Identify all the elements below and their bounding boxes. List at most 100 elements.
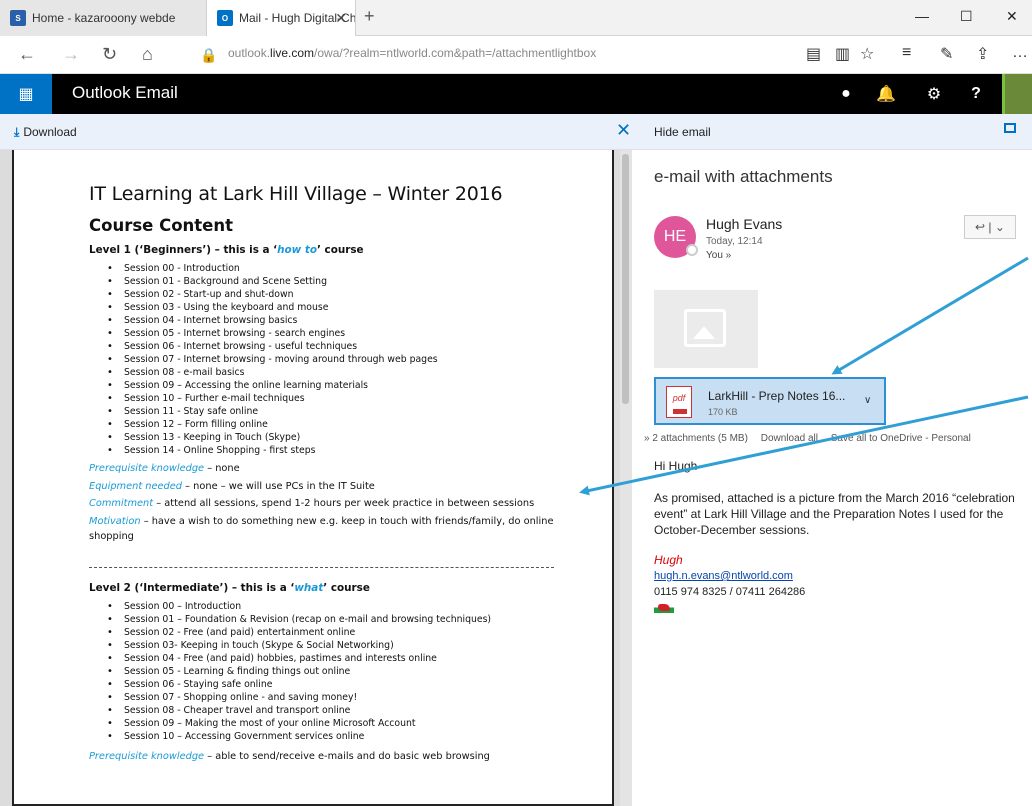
- bell-icon[interactable]: 🔔: [866, 74, 906, 114]
- reader-icon[interactable]: ▥: [835, 44, 850, 64]
- chat-icon[interactable]: ●: [826, 74, 866, 114]
- requirement-line: Prerequisite knowledge – none: [89, 463, 240, 474]
- image-placeholder-icon: [684, 309, 726, 347]
- session-item: Session 05 - Internet browsing - search …: [107, 327, 569, 340]
- document-page: IT Learning at Lark Hill Village – Winte…: [12, 150, 614, 806]
- document-heading: Course Content: [89, 216, 233, 235]
- browser-tab-bar: S Home - kazarooony webde O Mail - Hugh …: [0, 0, 1032, 36]
- close-preview-button[interactable]: ✕: [616, 120, 631, 141]
- reply-icon: ↩: [975, 220, 986, 234]
- attachment-size: 170 KB: [708, 407, 738, 417]
- hub-icon[interactable]: ≡: [902, 44, 911, 62]
- session-item: Session 00 - Introduction: [107, 262, 569, 275]
- image-attachment-thumbnail[interactable]: [654, 290, 758, 368]
- pdf-icon: pdf: [666, 386, 692, 418]
- pdf-attachment[interactable]: pdf LarkHill - Prep Notes 16... 170 KB ∨: [654, 377, 886, 425]
- session-item: Session 03 - Using the keyboard and mous…: [107, 301, 569, 314]
- save-onedrive-link[interactable]: Save all to OneDrive - Personal: [831, 433, 971, 444]
- maximize-button[interactable]: ☐: [960, 8, 973, 25]
- session-item: Session 06 - Internet browsing - useful …: [107, 340, 569, 353]
- scrollbar-thumb[interactable]: [622, 154, 629, 404]
- chevron-down-icon: ⌄: [994, 220, 1005, 234]
- outlook-icon: O: [217, 10, 233, 26]
- reply-button[interactable]: ↩ | ⌄: [964, 215, 1016, 239]
- document-title: IT Learning at Lark Hill Village – Winte…: [89, 183, 503, 205]
- user-avatar[interactable]: [1002, 74, 1032, 114]
- reading-view-icon[interactable]: ▤: [806, 44, 821, 64]
- home-button[interactable]: ⌂: [142, 44, 153, 65]
- session-item: Session 01 - Background and Scene Settin…: [107, 275, 569, 288]
- address-bar: ← → ↻ ⌂ 🔒 outlook.live.com/owa/?realm=nt…: [0, 36, 1032, 74]
- welsh-flag-icon: [654, 602, 674, 613]
- tab-mail[interactable]: O Mail - Hugh Digital-Cha ✕: [206, 0, 356, 36]
- signature-email-link[interactable]: hugh.n.evans@ntlworld.com: [654, 568, 1024, 584]
- chevron-down-icon[interactable]: ∨: [864, 395, 871, 406]
- sender-name[interactable]: Hugh Evans: [706, 216, 782, 232]
- new-tab-button[interactable]: +: [364, 6, 375, 27]
- document-content: IT Learning at Lark Hill Village – Winte…: [89, 183, 569, 764]
- session-item: Session 05 - Learning & finding things o…: [107, 665, 569, 678]
- level2-session-list: Session 00 – IntroductionSession 01 – Fo…: [107, 600, 569, 743]
- minimize-button[interactable]: —: [915, 8, 929, 24]
- app-launcher-icon[interactable]: ▦: [0, 74, 52, 114]
- session-item: Session 13 - Keeping in Touch (Skype): [107, 431, 569, 444]
- favorite-star-icon[interactable]: ☆: [860, 44, 874, 64]
- level1-heading: Level 1 (‘Beginners’) – this is a ‘how t…: [89, 244, 364, 256]
- attachment-toolbar: ⤓ Download ✕ Hide email: [0, 114, 1032, 150]
- download-button[interactable]: ⤓ Download: [14, 125, 77, 140]
- requirement-line: Equipment needed – none – we will use PC…: [89, 480, 375, 492]
- session-item: Session 08 - e-mail basics: [107, 366, 569, 379]
- email-body: Hi Hugh As promised, attached is a pictu…: [654, 458, 1024, 613]
- gear-icon[interactable]: ⚙: [914, 74, 954, 114]
- level2-requirement: Prerequisite knowledge – able to send/re…: [89, 750, 490, 762]
- session-item: Session 02 - Free (and paid) entertainme…: [107, 626, 569, 639]
- download-icon: ⤓: [14, 125, 20, 139]
- session-item: Session 12 – Form filling online: [107, 418, 569, 431]
- session-item: Session 14 - Online Shopping - first ste…: [107, 444, 569, 457]
- sharepoint-icon: S: [10, 10, 26, 26]
- outlook-header: ▦ Outlook Email ● 🔔 ⚙ ?: [0, 74, 1032, 114]
- requirement-line: Motivation – have a wish to do something…: [89, 515, 554, 543]
- session-item: Session 06 - Staying safe online: [107, 678, 569, 691]
- session-item: Session 03- Keeping in touch (Skype & So…: [107, 639, 569, 652]
- popout-icon[interactable]: [1004, 123, 1016, 133]
- session-item: Session 01 – Foundation & Revision (reca…: [107, 613, 569, 626]
- url-field[interactable]: outlook.live.com/owa/?realm=ntlworld.com…: [228, 46, 596, 60]
- close-tab-icon[interactable]: ✕: [335, 10, 347, 27]
- session-item: Session 09 – Accessing the online learni…: [107, 379, 569, 392]
- tab-home[interactable]: S Home - kazarooony webde: [0, 0, 206, 36]
- session-item: Session 10 – Accessing Government servic…: [107, 730, 569, 743]
- signature-name: Hugh: [654, 553, 683, 567]
- session-item: Session 07 - Internet browsing - moving …: [107, 353, 569, 366]
- help-icon[interactable]: ?: [956, 74, 996, 114]
- web-note-icon[interactable]: ✎: [940, 44, 953, 64]
- forward-button[interactable]: →: [62, 44, 80, 65]
- level2-heading: Level 2 (‘Intermediate’) – this is a ‘wh…: [89, 581, 370, 594]
- session-item: Session 08 - Cheaper travel and transpor…: [107, 704, 569, 717]
- more-icon[interactable]: …: [1012, 44, 1028, 62]
- document-viewer: IT Learning at Lark Hill Village – Winte…: [0, 150, 632, 806]
- attachments-summary[interactable]: » 2 attachments (5 MB): [644, 433, 748, 444]
- share-icon[interactable]: ⇪: [976, 44, 989, 64]
- email-reading-pane: e-mail with attachments HE Hugh Evans To…: [632, 150, 1032, 806]
- attachments-bar: » 2 attachments (5 MB) Download all Save…: [644, 433, 981, 444]
- signature-phone: 0115 974 8325 / 07411 264286: [654, 586, 806, 598]
- sender-avatar[interactable]: HE: [654, 216, 698, 258]
- document-scrollbar[interactable]: [620, 150, 632, 806]
- session-item: Session 00 – Introduction: [107, 600, 569, 613]
- recipients[interactable]: You »: [706, 250, 731, 261]
- session-item: Session 09 – Making the most of your onl…: [107, 717, 569, 730]
- close-window-button[interactable]: ✕: [1006, 8, 1018, 25]
- app-title: Outlook Email: [72, 83, 178, 102]
- hide-email-button[interactable]: Hide email: [654, 125, 711, 139]
- body-text: As promised, attached is a picture from …: [654, 491, 1015, 537]
- session-item: Session 04 - Free (and paid) hobbies, pa…: [107, 652, 569, 665]
- download-all-link[interactable]: Download all: [761, 433, 818, 444]
- session-item: Session 02 - Start-up and shut-down: [107, 288, 569, 301]
- divider: [89, 566, 554, 568]
- back-button[interactable]: ←: [18, 44, 36, 65]
- email-subject: e-mail with attachments: [654, 167, 833, 186]
- session-item: Session 07 - Shopping online - and savin…: [107, 691, 569, 704]
- greeting: Hi Hugh: [654, 459, 698, 473]
- refresh-button[interactable]: ↻: [102, 44, 117, 65]
